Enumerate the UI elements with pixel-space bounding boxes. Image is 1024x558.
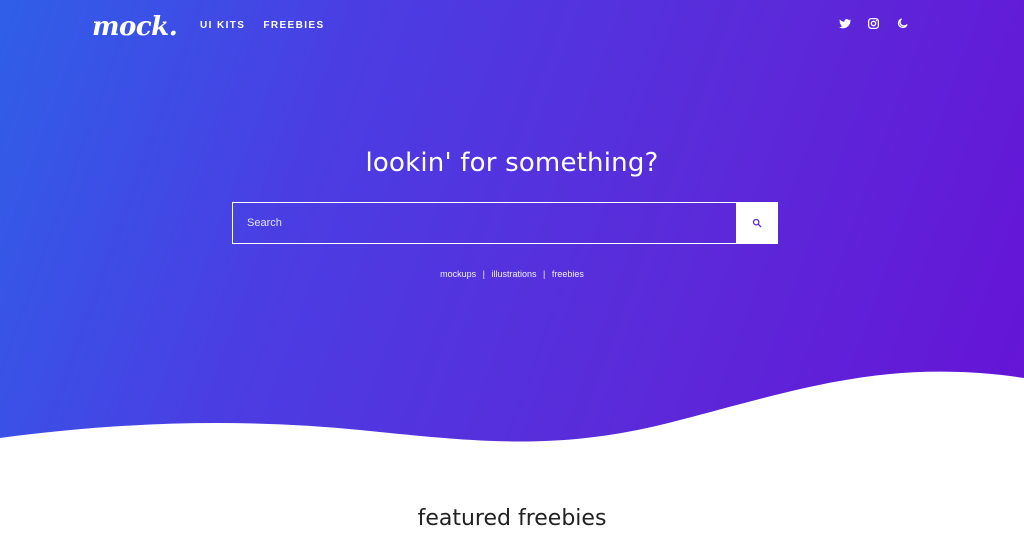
search-button[interactable] [736,202,778,244]
tag-mockups[interactable]: mockups [440,269,476,279]
hero-wave-divider [0,371,1024,480]
nav-item-ui-kits[interactable]: UI KITS [200,20,245,31]
tag-illustrations[interactable]: illustrations [491,269,536,279]
quick-tags: mockups | illustrations | freebies [0,269,1024,279]
page: mock. UI KITS FREEBIES lookin' for somet… [0,0,1024,558]
tag-separator: | [482,269,485,279]
search-input[interactable] [232,202,736,244]
moon-icon[interactable] [896,17,909,30]
main-nav: UI KITS FREEBIES [200,20,325,31]
nav-item-freebies[interactable]: FREEBIES [263,20,324,31]
search-form [232,202,778,244]
tag-freebies[interactable]: freebies [552,269,584,279]
social-links [838,17,909,30]
search-icon [752,218,762,228]
featured-section-title: featured freebies [417,506,607,531]
hero-headline: lookin' for something? [365,148,659,178]
instagram-icon[interactable] [867,17,880,30]
brand-logo[interactable]: mock. [92,12,178,42]
twitter-icon[interactable] [838,17,851,30]
tag-separator: | [543,269,546,279]
